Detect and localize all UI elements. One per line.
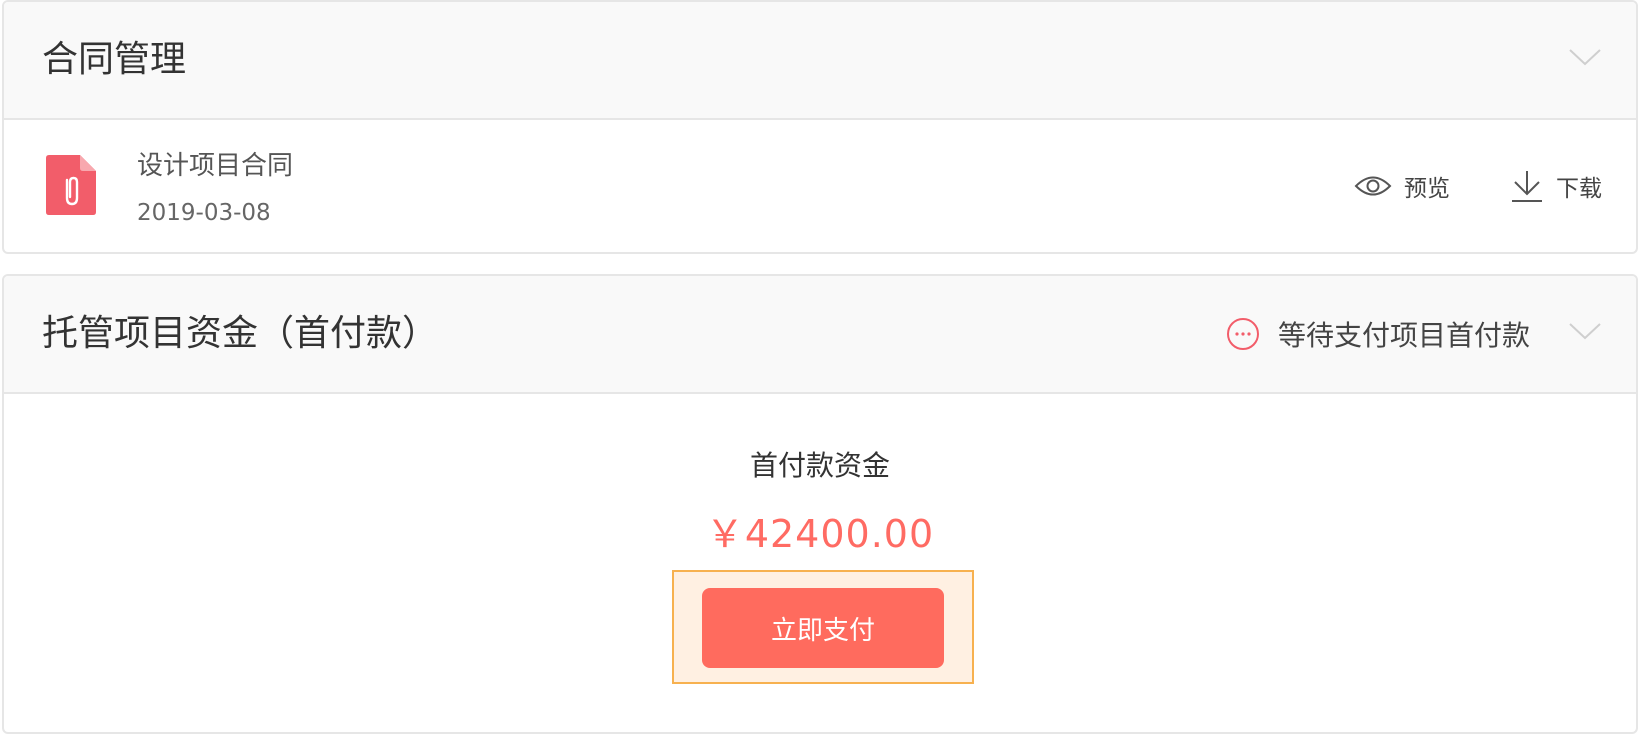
payment-status: 等待支付项目首付款 [1226, 314, 1530, 354]
contract-file-name[interactable]: 设计项目合同 [137, 150, 293, 182]
contract-file-row: 设计项目合同 2019-03-08 预览 下载 [4, 120, 1636, 252]
eye-icon [1354, 176, 1392, 196]
contract-panel-title: 合同管理 [42, 39, 187, 80]
escrow-panel-header[interactable]: 托管项目资金（首付款） 等待支付项目首付款 [4, 276, 1636, 394]
payment-status-label: 等待支付项目首付款 [1278, 319, 1531, 352]
contract-file-date: 2019-03-08 [137, 200, 271, 226]
preview-button[interactable]: 预览 [1354, 166, 1450, 206]
download-button[interactable]: 下载 [1510, 166, 1602, 206]
chevron-down-icon[interactable] [1568, 46, 1602, 68]
escrow-panel-title: 托管项目资金（首付款） [42, 313, 439, 354]
contract-panel-header[interactable]: 合同管理 [4, 2, 1636, 120]
download-label: 下载 [1556, 176, 1602, 202]
escrow-funds-panel: 托管项目资金（首付款） 等待支付项目首付款 首付款资金 ￥42400.00 立即… [2, 274, 1638, 734]
down-payment-title: 首付款资金 [749, 449, 890, 482]
pay-now-button[interactable]: 立即支付 [702, 588, 944, 668]
chevron-down-icon[interactable] [1568, 320, 1602, 342]
download-icon [1512, 171, 1542, 202]
attachment-file-icon [46, 155, 96, 215]
preview-label: 预览 [1404, 176, 1450, 202]
contract-management-panel: 合同管理 设计项目合同 2019-03-08 预览 下载 [2, 0, 1638, 254]
pending-dots-icon [1227, 318, 1259, 350]
down-payment-amount: ￥42400.00 [705, 512, 935, 556]
escrow-panel-body: 首付款资金 ￥42400.00 立即支付 [4, 394, 1636, 732]
